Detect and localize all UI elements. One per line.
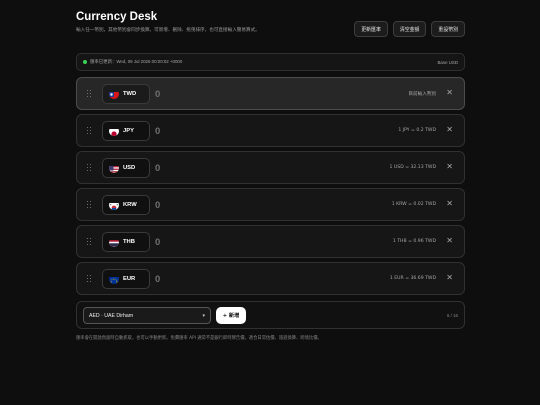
drag-handle-icon[interactable]	[87, 201, 92, 209]
refresh-rates-button[interactable]: 更新匯率	[354, 21, 388, 37]
remove-currency-icon[interactable]: ✕	[446, 162, 453, 172]
drag-handle-icon[interactable]	[87, 90, 92, 98]
app-container: Currency Desk 輸入任一幣別，其他幣別會同步換算。可新增、刪除、拖曳…	[76, 10, 465, 341]
footer-note: 匯率會在開啟頁面時自動抓取，也可以手動更新。免費匯率 API 通常不是銀行即時牌…	[76, 336, 322, 341]
currency-code: KRW	[123, 202, 137, 208]
remove-currency-icon[interactable]: ✕	[446, 273, 453, 283]
remove-currency-icon[interactable]: ✕	[446, 199, 453, 209]
drag-handle-icon[interactable]	[87, 164, 92, 172]
currency-code: USD	[123, 165, 136, 171]
status-bar: 匯率已更新：Wed, 09 Jul 2026 00:00:02 +0000 Ba…	[76, 53, 465, 71]
rate-text: 1 EUR = 36.69 TWD	[389, 276, 436, 281]
add-currency-button[interactable]: + 新增	[216, 307, 246, 324]
amount-input[interactable]	[155, 160, 315, 176]
remove-currency-icon[interactable]: ✕	[446, 88, 453, 98]
currency-row[interactable]: USD 1 USD = 32.13 TWD ✕	[76, 151, 465, 184]
remove-currency-icon[interactable]: ✕	[446, 236, 453, 246]
currency-row[interactable]: JPY 1 JPY = 0.2 TWD ✕	[76, 114, 465, 147]
remove-currency-icon[interactable]: ✕	[446, 125, 453, 135]
korea-flag-icon	[109, 200, 119, 210]
rate-text: 1 THB = 0.96 TWD	[392, 239, 436, 244]
rate-text: 1 USD = 32.13 TWD	[389, 165, 436, 170]
eu-flag-icon	[109, 274, 119, 284]
drag-handle-icon[interactable]	[87, 238, 92, 246]
reset-currencies-button[interactable]: 重設幣別	[431, 21, 465, 37]
currency-code: THB	[123, 239, 135, 245]
thailand-flag-icon	[109, 237, 119, 247]
currency-list: TWD 目前輸入幣別 ✕ JPY 1 JPY = 0.2 TWD ✕ USD	[76, 77, 465, 295]
currency-select-button[interactable]: USD	[102, 158, 150, 178]
amount-input[interactable]	[155, 271, 315, 287]
currency-code: TWD	[123, 91, 137, 97]
currency-count: 6 / 16	[447, 313, 458, 318]
rate-text: 1 JPY = 0.2 TWD	[398, 128, 436, 133]
header-actions: 更新匯率 清空金額 重設幣別	[354, 21, 465, 37]
currency-dropdown-value: AED · UAE Dirham	[89, 312, 134, 319]
usa-flag-icon	[109, 163, 119, 173]
chevron-down-icon: ▾	[202, 313, 205, 319]
taiwan-flag-icon	[109, 89, 119, 99]
add-currency-bar: AED · UAE Dirham ▾ + 新增 6 / 16	[76, 301, 465, 329]
currency-row[interactable]: KRW 1 KRW = 0.02 TWD ✕	[76, 188, 465, 221]
currency-select-button[interactable]: THB	[102, 232, 150, 252]
currency-code: EUR	[123, 276, 136, 282]
currency-row[interactable]: EUR 1 EUR = 36.69 TWD ✕	[76, 262, 465, 295]
currency-select-button[interactable]: JPY	[102, 121, 150, 141]
drag-handle-icon[interactable]	[87, 127, 92, 135]
currency-dropdown[interactable]: AED · UAE Dirham ▾	[83, 307, 211, 324]
currency-row[interactable]: TWD 目前輸入幣別 ✕	[76, 77, 465, 110]
drag-handle-icon[interactable]	[87, 275, 92, 283]
amount-input[interactable]	[155, 123, 315, 139]
currency-row[interactable]: THB 1 THB = 0.96 TWD ✕	[76, 225, 465, 258]
currency-select-button[interactable]: TWD	[102, 84, 150, 104]
currency-select-button[interactable]: KRW	[102, 195, 150, 215]
base-currency-label: Base USD	[437, 59, 459, 65]
clear-amounts-button[interactable]: 清空金額	[392, 21, 427, 37]
currency-select-button[interactable]: EUR	[102, 269, 150, 289]
amount-input[interactable]	[155, 197, 315, 213]
header: Currency Desk 輸入任一幣別，其他幣別會同步換算。可新增、刪除、拖曳…	[76, 11, 465, 45]
rate-text: 目前輸入幣別	[408, 92, 436, 97]
japan-flag-icon	[109, 126, 119, 136]
status-dot-icon	[83, 60, 87, 64]
update-status-text: 匯率已更新：Wed, 09 Jul 2026 00:00:02 +0000	[90, 59, 183, 64]
amount-input[interactable]	[155, 234, 315, 250]
currency-code: JPY	[123, 128, 134, 134]
rate-text: 1 KRW = 0.02 TWD	[391, 202, 436, 207]
amount-input[interactable]	[155, 86, 315, 102]
